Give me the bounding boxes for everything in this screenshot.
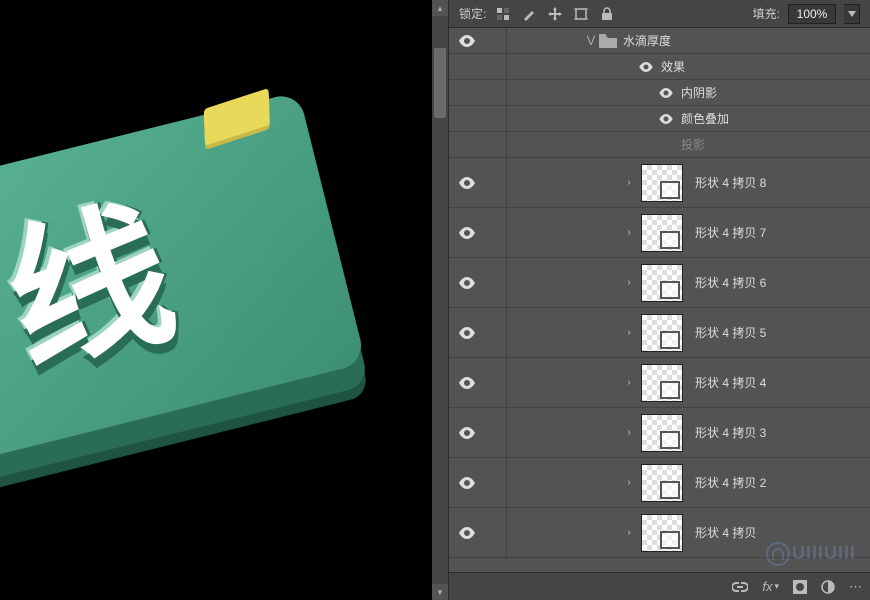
fx-label: 效果	[661, 58, 685, 75]
panel-bottom-toolbar: fx▾ ⋯	[449, 572, 870, 600]
fill-opacity-input[interactable]	[788, 4, 836, 24]
layer-name[interactable]: 形状 4 拷贝 3	[695, 424, 766, 441]
layer-row[interactable]: › 形状 4 拷贝 8	[449, 158, 870, 208]
link-layers-icon[interactable]	[732, 582, 748, 592]
link-column[interactable]	[485, 28, 507, 53]
lock-toolbar: 锁定: 填充:	[449, 0, 870, 28]
layer-row[interactable]: › 形状 4 拷贝 5	[449, 308, 870, 358]
link-column[interactable]	[485, 358, 507, 407]
fx-drop-shadow: 投影	[681, 136, 705, 153]
visibility-toggle[interactable]	[449, 227, 485, 239]
layer-name[interactable]: 形状 4 拷贝	[695, 524, 756, 541]
more-icon[interactable]: ⋯	[849, 579, 862, 595]
layer-thumbnail[interactable]	[641, 264, 683, 302]
link-column[interactable]	[485, 258, 507, 307]
fill-label: 填充:	[753, 5, 780, 22]
layer-group-row[interactable]: ⋁ 水滴厚度	[449, 28, 870, 54]
lock-brush-icon[interactable]	[520, 5, 538, 23]
visibility-toggle[interactable]	[449, 327, 485, 339]
layer-thumbnail[interactable]	[641, 364, 683, 402]
folder-icon	[599, 34, 617, 48]
fx-inner-shadow: 内阴影	[681, 84, 717, 101]
layer-row[interactable]: › 形状 4 拷贝 3	[449, 408, 870, 458]
yellow-accent	[204, 88, 270, 146]
visibility-toggle[interactable]	[449, 527, 485, 539]
fx-button[interactable]: fx▾	[762, 579, 779, 594]
layer-mask-icon[interactable]	[793, 580, 807, 594]
layers-panel: 锁定: 填充: ⋁ 水滴厚度 效果	[448, 0, 870, 600]
layer-row[interactable]: › 形状 4 拷贝 7	[449, 208, 870, 258]
group-name[interactable]: 水滴厚度	[623, 32, 671, 49]
visibility-toggle[interactable]	[449, 277, 485, 289]
layer-thumbnail[interactable]	[641, 514, 683, 552]
layer-expand-toggle[interactable]: ›	[623, 327, 635, 338]
layer-thumbnail[interactable]	[641, 214, 683, 252]
layer-thumbnail[interactable]	[641, 314, 683, 352]
fx-inner-shadow-row[interactable]: 内阴影	[449, 80, 870, 106]
lock-label: 锁定:	[459, 5, 486, 22]
visibility-toggle[interactable]	[449, 177, 485, 189]
canvas-artwork: .10 领美云一起追光 巨 线	[0, 91, 366, 488]
link-column[interactable]	[485, 158, 507, 207]
layer-expand-toggle[interactable]: ›	[623, 227, 635, 238]
char-2: 线	[0, 146, 185, 408]
title-frame: 巨 线	[0, 91, 366, 488]
link-column[interactable]	[485, 408, 507, 457]
fx-color-overlay: 颜色叠加	[681, 110, 729, 127]
layer-thumbnail[interactable]	[641, 414, 683, 452]
lock-artboard-icon[interactable]	[572, 5, 590, 23]
link-column[interactable]	[485, 508, 507, 557]
lock-move-icon[interactable]	[546, 5, 564, 23]
layer-expand-toggle[interactable]: ›	[623, 377, 635, 388]
layer-row[interactable]: › 形状 4 拷贝 4	[449, 358, 870, 408]
layer-name[interactable]: 形状 4 拷贝 5	[695, 324, 766, 341]
layer-row[interactable]: › 形状 4 拷贝 2	[449, 458, 870, 508]
layer-expand-toggle[interactable]: ›	[623, 527, 635, 538]
fx-drop-shadow-row[interactable]: 投影	[449, 132, 870, 158]
fill-opacity-dropdown[interactable]	[844, 4, 860, 24]
scroll-track[interactable]	[432, 16, 448, 584]
fx-header-row[interactable]: 效果	[449, 54, 870, 80]
group-expand-toggle[interactable]: ⋁	[585, 35, 597, 46]
lock-all-icon[interactable]	[598, 5, 616, 23]
layer-expand-toggle[interactable]: ›	[623, 177, 635, 188]
lock-transparent-icon[interactable]	[494, 5, 512, 23]
link-column[interactable]	[485, 308, 507, 357]
link-column[interactable]	[485, 458, 507, 507]
scroll-up-button[interactable]: ▲	[432, 0, 448, 16]
layer-row[interactable]: › 形状 4 拷贝	[449, 508, 870, 558]
layer-row[interactable]: › 形状 4 拷贝 6	[449, 258, 870, 308]
canvas-scrollbar-vertical[interactable]: ▲ ▼	[432, 0, 448, 600]
layer-name[interactable]: 形状 4 拷贝 6	[695, 274, 766, 291]
layer-thumbnail[interactable]	[641, 464, 683, 502]
visibility-toggle[interactable]	[449, 477, 485, 489]
layer-expand-toggle[interactable]: ›	[623, 427, 635, 438]
link-column[interactable]	[485, 208, 507, 257]
visibility-toggle[interactable]	[449, 35, 485, 47]
layer-expand-toggle[interactable]: ›	[623, 277, 635, 288]
scroll-thumb[interactable]	[434, 48, 446, 118]
layer-thumbnail[interactable]	[641, 164, 683, 202]
scroll-down-button[interactable]: ▼	[432, 584, 448, 600]
canvas-area[interactable]: .10 领美云一起追光 巨 线	[0, 0, 432, 600]
visibility-toggle[interactable]	[449, 427, 485, 439]
layer-name[interactable]: 形状 4 拷贝 8	[695, 174, 766, 191]
layer-name[interactable]: 形状 4 拷贝 2	[695, 474, 766, 491]
layer-name[interactable]: 形状 4 拷贝 7	[695, 224, 766, 241]
layer-name[interactable]: 形状 4 拷贝 4	[695, 374, 766, 391]
visibility-toggle[interactable]	[449, 377, 485, 389]
layer-expand-toggle[interactable]: ›	[623, 477, 635, 488]
adjustment-layer-icon[interactable]	[821, 580, 835, 594]
fx-color-overlay-row[interactable]: 颜色叠加	[449, 106, 870, 132]
layers-list: ⋁ 水滴厚度 效果 内阴影 颜色叠加	[449, 28, 870, 572]
